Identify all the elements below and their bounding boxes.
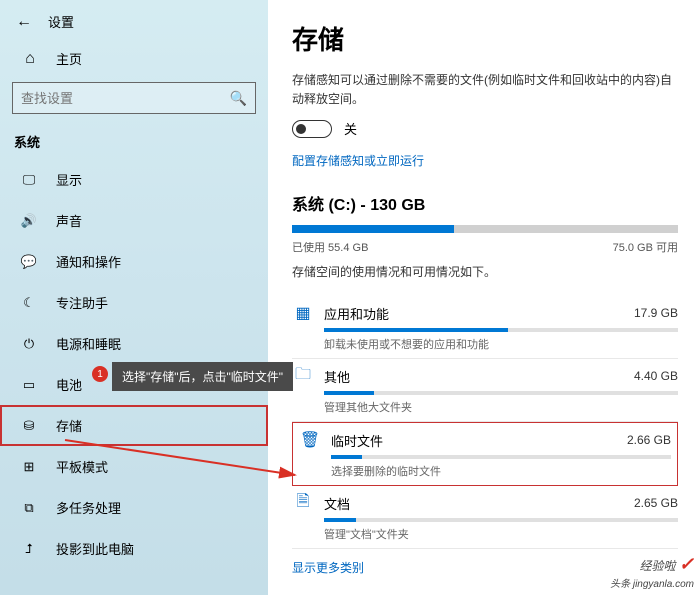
category-name: 其他 bbox=[324, 367, 634, 386]
search-input[interactable] bbox=[21, 91, 230, 106]
sidebar-item-label: 通知和操作 bbox=[56, 252, 121, 271]
power-icon: ⏻ bbox=[20, 336, 38, 352]
category-sub: 卸载未使用或不想要的应用和功能 bbox=[324, 336, 678, 352]
other-icon: 🗀 bbox=[292, 365, 314, 387]
apps-icon: ▦ bbox=[292, 302, 314, 324]
usage-desc: 存储空间的使用情况和可用情况如下。 bbox=[292, 263, 678, 280]
storage-sense-desc: 存储感知可以通过删除不需要的文件(例如临时文件和回收站中的内容)自动释放空间。 bbox=[292, 71, 678, 109]
annotation-tooltip: 选择"存储"后，点击"临时文件" bbox=[112, 362, 293, 391]
category-size: 17.9 GB bbox=[634, 306, 678, 320]
sidebar-item-focus[interactable]: ☾ 专注助手 bbox=[0, 282, 268, 323]
sidebar-item-sound[interactable]: 🔊 声音 bbox=[0, 200, 268, 241]
sidebar-item-label: 声音 bbox=[56, 211, 82, 230]
sidebar-item-display[interactable]: 🖵 显示 bbox=[0, 159, 268, 200]
sidebar-item-label: 电池 bbox=[56, 375, 82, 394]
focus-icon: ☾ bbox=[20, 295, 38, 311]
sidebar-item-label: 显示 bbox=[56, 170, 82, 189]
watermark: 经验啦 ✓ 头条 jingyanla.com bbox=[610, 554, 694, 591]
battery-icon: ▭ bbox=[20, 377, 38, 393]
docs-icon: 🗎 bbox=[292, 492, 314, 514]
drive-usage-bar bbox=[292, 225, 678, 233]
sidebar: ← 设置 ⌂ 主页 🔍 系统 🖵 显示 🔊 声音 💬 通知和操作 ☾ 专注助手 ⏻ 电源和睡眠 ▭ 电… bbox=[0, 0, 268, 595]
toggle-label: 关 bbox=[344, 119, 357, 138]
sidebar-item-power[interactable]: ⏻ 电源和睡眠 bbox=[0, 323, 268, 364]
drive-free: 75.0 GB 可用 bbox=[613, 239, 678, 255]
tablet-icon: ⊞ bbox=[20, 459, 38, 475]
sidebar-item-storage[interactable]: ⛁ 存储 bbox=[0, 405, 268, 446]
storage-sense-toggle[interactable] bbox=[292, 120, 332, 138]
category-bar bbox=[324, 328, 678, 332]
storage-category[interactable]: 🗀 其他4.40 GB 管理其他大文件夹 bbox=[292, 359, 678, 422]
search-box[interactable]: 🔍 bbox=[12, 82, 256, 114]
category-sub: 管理其他大文件夹 bbox=[324, 399, 678, 415]
sidebar-item-notifications[interactable]: 💬 通知和操作 bbox=[0, 241, 268, 282]
project-icon: ⮥ bbox=[20, 541, 38, 557]
category-bar bbox=[324, 518, 678, 522]
display-icon: 🖵 bbox=[20, 172, 38, 188]
drive-title: 系统 (C:) - 130 GB bbox=[292, 191, 678, 215]
sidebar-item-tablet[interactable]: ⊞ 平板模式 bbox=[0, 446, 268, 487]
category-bar bbox=[324, 391, 678, 395]
home-icon: ⌂ bbox=[22, 50, 38, 68]
section-label: 系统 bbox=[0, 126, 268, 159]
category-name: 应用和功能 bbox=[324, 304, 634, 323]
sidebar-item-label: 平板模式 bbox=[56, 457, 108, 476]
category-size: 4.40 GB bbox=[634, 369, 678, 383]
sidebar-item-multitask[interactable]: ⧉ 多任务处理 bbox=[0, 487, 268, 528]
category-size: 2.65 GB bbox=[634, 496, 678, 510]
storage-category[interactable]: 🗑 临时文件2.66 GB 选择要删除的临时文件 bbox=[292, 422, 678, 486]
drive-used: 已使用 55.4 GB bbox=[292, 239, 368, 255]
storage-category[interactable]: 🗎 文档2.65 GB 管理"文档"文件夹 bbox=[292, 486, 678, 549]
home-label: 主页 bbox=[56, 49, 82, 68]
sidebar-item-label: 存储 bbox=[56, 416, 82, 435]
multitask-icon: ⧉ bbox=[20, 500, 38, 516]
sound-icon: 🔊 bbox=[20, 213, 38, 229]
storage-category[interactable]: ▦ 应用和功能17.9 GB 卸载未使用或不想要的应用和功能 bbox=[292, 296, 678, 359]
category-name: 文档 bbox=[324, 494, 634, 513]
back-button[interactable]: ← bbox=[16, 13, 32, 31]
configure-link[interactable]: 配置存储感知或立即运行 bbox=[292, 152, 424, 169]
category-name: 临时文件 bbox=[331, 431, 627, 450]
sidebar-item-label: 专注助手 bbox=[56, 293, 108, 312]
sidebar-item-label: 多任务处理 bbox=[56, 498, 121, 517]
home-button[interactable]: ⌂ 主页 bbox=[0, 39, 268, 78]
storage-icon: ⛁ bbox=[20, 418, 38, 434]
temp-icon: 🗑 bbox=[299, 429, 321, 451]
search-icon: 🔍 bbox=[230, 90, 247, 107]
page-title: 存储 bbox=[292, 20, 678, 57]
notifications-icon: 💬 bbox=[20, 254, 38, 270]
sidebar-item-label: 电源和睡眠 bbox=[56, 334, 121, 353]
annotation-badge: 1 bbox=[92, 366, 108, 382]
category-sub: 管理"文档"文件夹 bbox=[324, 526, 678, 542]
settings-title: 设置 bbox=[48, 12, 74, 31]
sidebar-item-label: 投影到此电脑 bbox=[56, 539, 134, 558]
category-bar bbox=[331, 455, 671, 459]
main-content: 存储 存储感知可以通过删除不需要的文件(例如临时文件和回收站中的内容)自动释放空… bbox=[268, 0, 700, 595]
category-size: 2.66 GB bbox=[627, 433, 671, 447]
category-sub: 选择要删除的临时文件 bbox=[331, 463, 671, 479]
sidebar-item-project[interactable]: ⮥ 投影到此电脑 bbox=[0, 528, 268, 569]
